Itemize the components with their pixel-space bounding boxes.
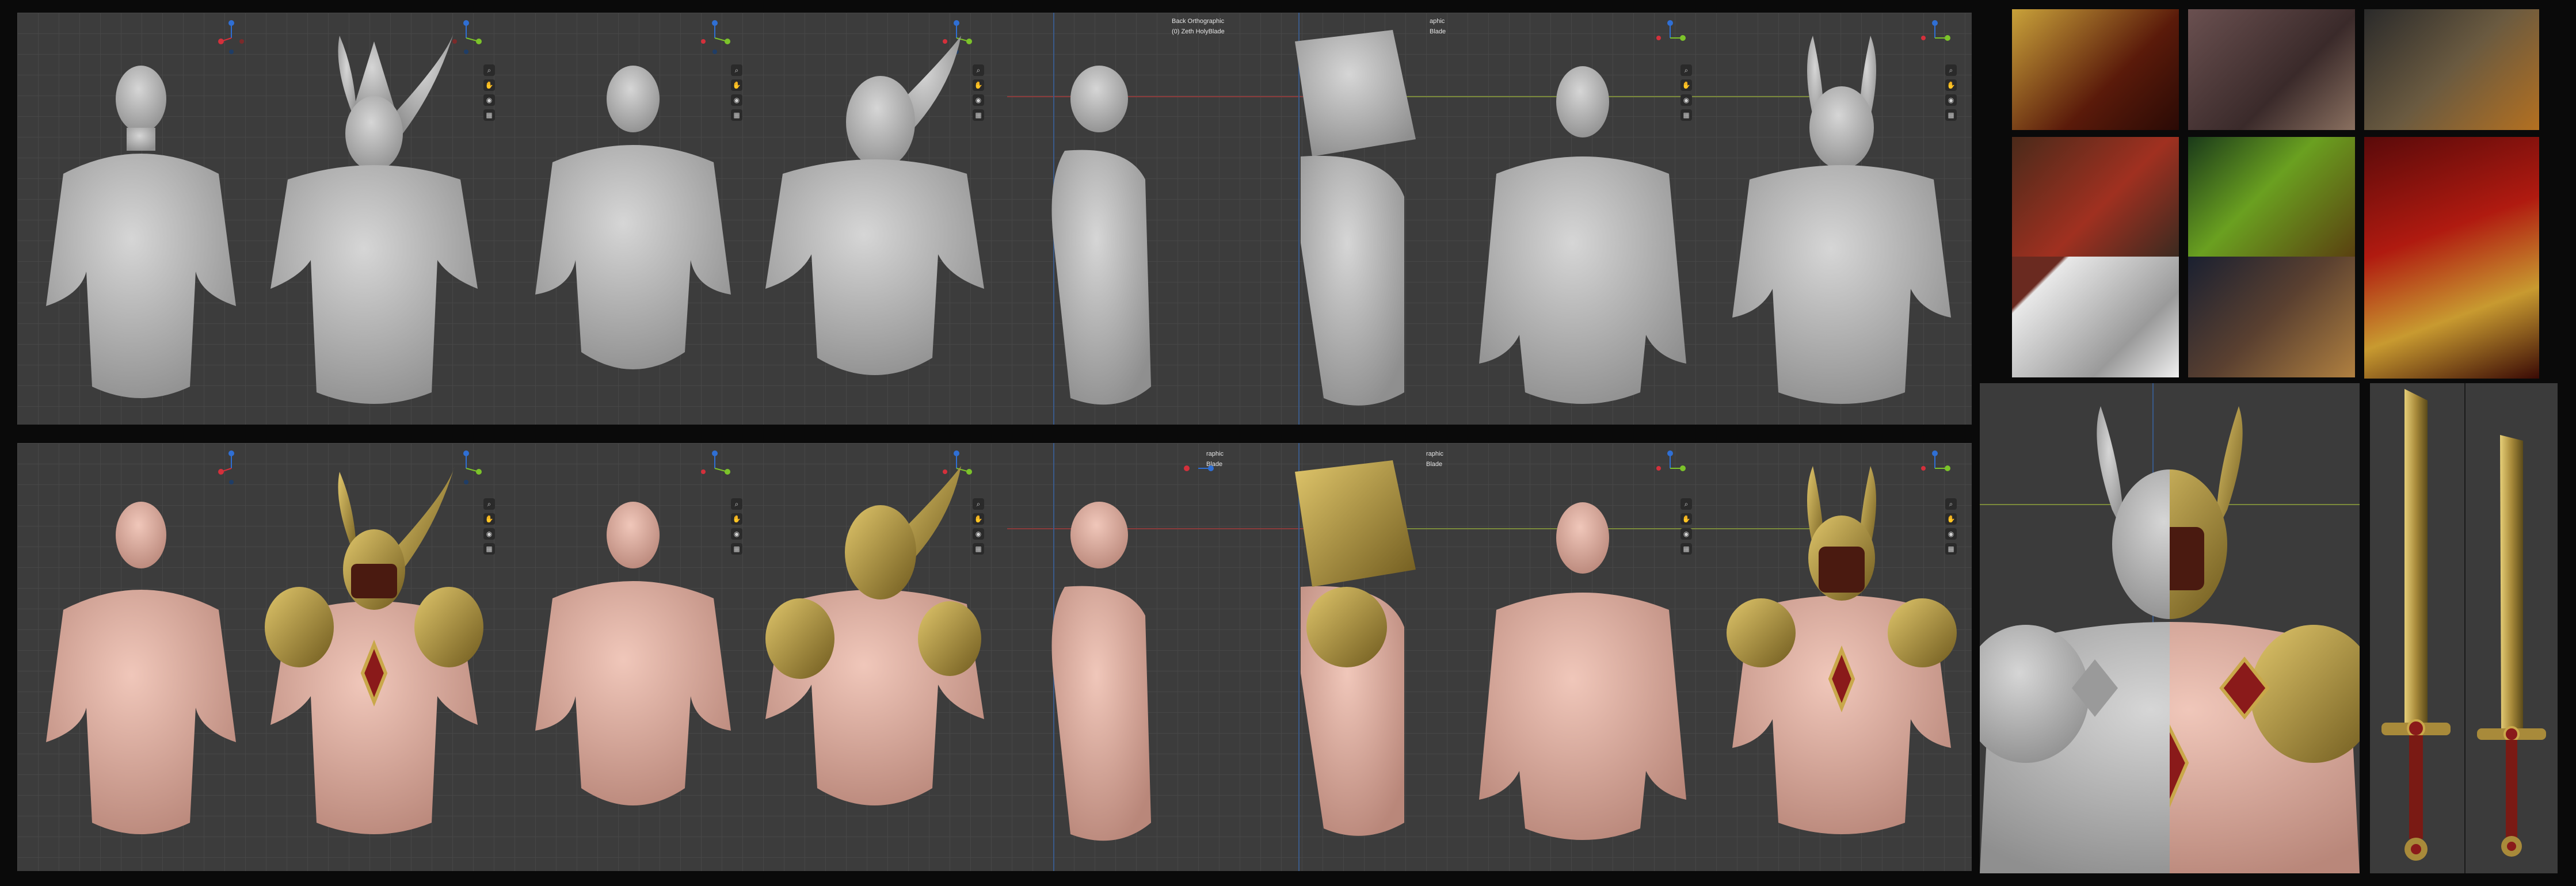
axis-gizmo-icon[interactable] xyxy=(696,18,733,55)
camera-icon[interactable]: ◉ xyxy=(483,94,495,106)
thumbnail-red-demon-scene[interactable] xyxy=(2012,137,2179,258)
torso-sculpt-front-clay xyxy=(46,66,236,398)
axis-gizmo-icon[interactable] xyxy=(213,18,250,55)
armored-render-back-gold xyxy=(765,466,984,805)
thumbnail-red-gold-knight-scene[interactable] xyxy=(2364,137,2539,379)
pan-icon[interactable]: ✋ xyxy=(483,79,495,91)
armored-render-front-gold xyxy=(265,466,483,834)
pan-icon[interactable]: ✋ xyxy=(483,513,495,525)
thumbnail-green-armored-scene[interactable] xyxy=(2188,137,2355,258)
sword-render-panel xyxy=(2370,383,2558,873)
thumbnail-tavern-scene[interactable] xyxy=(2188,257,2355,377)
torso-sculpt-front-clay xyxy=(1479,66,1686,404)
viewport-panel-bottom[interactable]: raphic Blade raphic Blade ⌕ ✋ ◉ ▦ ⌕ ✋ ◉ … xyxy=(17,443,1972,871)
split-clay-gold-bust xyxy=(1980,406,2360,873)
viewport-panel-top[interactable]: Back Orthographic (0) Zeth HolyBlade aph… xyxy=(17,13,1972,425)
zoom-icon[interactable]: ⌕ xyxy=(483,498,495,510)
armored-sculpt-front-clay xyxy=(1732,36,1951,404)
view-mode-label: Back Orthographic xyxy=(1172,18,1225,25)
axis-gizmo-icon[interactable] xyxy=(1180,449,1217,486)
collection-label: Blade xyxy=(1426,461,1443,468)
camera-icon[interactable]: ◉ xyxy=(483,528,495,540)
grid-icon[interactable]: ▦ xyxy=(483,109,495,121)
collection-label: (0) Zeth HolyBlade xyxy=(1172,28,1225,35)
grid-icon[interactable]: ▦ xyxy=(483,543,495,555)
split-closeup-render xyxy=(1980,383,2360,873)
thumbnail-sketch-scene[interactable] xyxy=(2012,257,2179,377)
torso-render-back-skin xyxy=(535,502,731,805)
thumbnail-battle-scene[interactable] xyxy=(2012,9,2179,130)
reference-gallery xyxy=(2012,9,2539,379)
view-mode-label: raphic xyxy=(1426,450,1443,457)
axis-gizmo-icon[interactable] xyxy=(696,449,733,486)
torso-render-front-skin xyxy=(46,502,236,834)
zoom-icon[interactable]: ⌕ xyxy=(483,64,495,76)
navigation-controls: ⌕ ✋ ◉ ▦ xyxy=(483,498,495,555)
view-mode-label: aphic xyxy=(1430,18,1445,25)
armored-sculpt-back-clay xyxy=(765,36,984,375)
collection-label: Blade xyxy=(1430,28,1446,35)
torso-render-side-skin xyxy=(1051,502,1151,841)
torso-sculpt-back-clay xyxy=(535,66,731,369)
armored-render-side-gold xyxy=(1295,460,1416,836)
axis-gizmo-icon[interactable] xyxy=(1652,449,1689,486)
navigation-controls: ⌕ ✋ ◉ ▦ xyxy=(483,64,495,121)
armored-sculpt-side-clay xyxy=(1295,30,1416,406)
sword-side-view xyxy=(2477,435,2546,857)
armored-render-front-gold xyxy=(1727,466,1957,834)
viewport-header: Back Orthographic (0) Zeth HolyBlade xyxy=(1172,16,1225,37)
sword-front-view xyxy=(2381,389,2451,861)
viewport-header-partial: aphic Blade xyxy=(1430,16,1446,37)
torso-sculpt-side-clay xyxy=(1051,66,1151,405)
viewport-header-partial: raphic Blade xyxy=(1426,449,1443,469)
axis-gizmo-icon[interactable] xyxy=(213,449,250,486)
armored-sculpt-front-clay xyxy=(270,30,478,404)
thumbnail-knights-scene[interactable] xyxy=(2364,9,2539,130)
torso-render-front-skin xyxy=(1479,502,1686,840)
axis-gizmo-icon[interactable] xyxy=(1652,18,1689,55)
thumbnail-crowd-scene[interactable] xyxy=(2188,9,2355,130)
